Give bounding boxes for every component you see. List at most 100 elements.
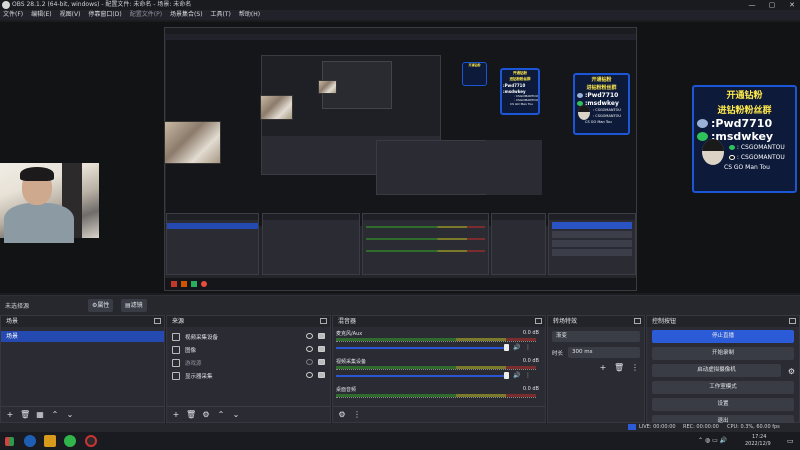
file-explorer-icon[interactable] — [44, 435, 56, 447]
controls-header: 控制按钮 — [647, 316, 799, 327]
volume-slider[interactable] — [336, 347, 506, 349]
channel-menu-icon[interactable]: ⋮ — [525, 372, 531, 379]
nested-preview — [166, 40, 636, 226]
edge-browser-icon[interactable] — [24, 435, 36, 447]
source-item-video-capture[interactable]: 视频采集设备 — [167, 330, 330, 343]
promo-card[interactable]: 开通钻粉 进钻粉粉丝群 :Pwd7710 :msdwkey : CSGOMANT… — [692, 85, 797, 193]
move-up-icon[interactable]: ⌃ — [50, 410, 60, 420]
webcam-feed[interactable] — [0, 163, 99, 243]
scenes-dock: 场景 场景 + 🗑 ▦ ⌃ ⌄ — [0, 315, 165, 423]
remove-transition-icon[interactable]: 🗑 — [614, 363, 624, 373]
stop-streaming-button[interactable]: 停止直播 — [652, 330, 794, 343]
notifications-icon[interactable]: ▭ — [787, 437, 794, 445]
volume-slider-handle[interactable] — [504, 344, 509, 351]
mixer-channel-video-capture: 视频采集设备 0.0 dB 🔊 ⋮ — [336, 358, 539, 379]
move-down-icon[interactable]: ⌄ — [231, 410, 241, 420]
scenes-footer: + 🗑 ▦ ⌃ ⌄ — [1, 406, 164, 422]
settings-button[interactable]: 设置 — [652, 398, 794, 411]
nested-webcam-medium — [260, 95, 293, 120]
source-item-display[interactable]: 显示器采集 — [167, 369, 330, 382]
lock-icon[interactable] — [318, 359, 325, 365]
nested-app-icon — [201, 281, 207, 287]
menu-tools[interactable]: 工具(T) — [211, 10, 231, 20]
start-recording-button[interactable]: 开始录制 — [652, 347, 794, 360]
add-source-icon[interactable]: + — [171, 410, 181, 420]
transitions-dock: 转场特效 渐变 时长 300 ms + 🗑 ⋮ — [547, 315, 645, 423]
menu-edit[interactable]: 编辑(E) — [31, 10, 51, 20]
wechat-icon[interactable] — [64, 435, 76, 447]
no-source-label: 未选择源 — [5, 303, 30, 310]
source-item-game[interactable]: 游戏源 — [167, 356, 330, 369]
menu-scene-collection[interactable]: 场景集合(S) — [170, 10, 203, 20]
undock-icon[interactable] — [535, 318, 542, 324]
menu-profile[interactable]: 配置文件(P) — [130, 10, 162, 20]
gamepad-icon — [172, 358, 180, 367]
visibility-eye-icon[interactable] — [306, 333, 313, 339]
scene-item[interactable]: 场景 — [1, 331, 164, 342]
transitions-header: 转场特效 — [548, 316, 644, 327]
duration-input[interactable]: 300 ms — [568, 347, 640, 358]
visibility-eye-icon[interactable] — [306, 346, 313, 352]
source-settings-icon[interactable]: ⚙ — [201, 410, 211, 420]
minimize-button[interactable]: — — [746, 0, 758, 10]
menu-docks[interactable]: 停靠窗口(D) — [88, 10, 121, 20]
add-transition-icon[interactable]: + — [598, 363, 608, 373]
transition-type-select[interactable]: 渐变 — [552, 331, 640, 342]
promo-wechat-id: :Pwd7710 — [711, 117, 773, 130]
nested-webcam-small — [318, 80, 337, 94]
undock-icon[interactable] — [634, 318, 641, 324]
channel-menu-icon[interactable]: ⋮ — [525, 344, 531, 351]
webcam-person-hair — [20, 167, 54, 181]
lock-icon[interactable] — [318, 346, 325, 352]
studio-mode-button[interactable]: 工作室模式 — [652, 381, 794, 394]
webcam-person-body — [4, 203, 74, 243]
move-down-icon[interactable]: ⌄ — [65, 410, 75, 420]
mixer-menu-icon[interactable]: ⋮ — [352, 410, 362, 420]
visibility-eye-icon[interactable] — [306, 372, 313, 378]
menu-view[interactable]: 视图(V) — [60, 10, 81, 20]
undock-icon[interactable] — [789, 318, 796, 324]
menu-help[interactable]: 帮助(H) — [239, 10, 260, 20]
visibility-eye-off-icon[interactable] — [306, 359, 313, 365]
speaker-icon[interactable]: 🔊 — [513, 372, 521, 379]
properties-button[interactable]: ⚙属性 — [88, 299, 114, 312]
transition-menu-icon[interactable]: ⋮ — [630, 363, 640, 373]
speaker-icon[interactable]: 🔊 — [513, 344, 521, 351]
undock-icon[interactable] — [320, 318, 327, 324]
virtual-camera-settings-icon[interactable]: ⚙ — [788, 367, 795, 376]
status-bar: LIVE: 00:00:00 REC: 00:00:00 CPU: 0.3%, … — [0, 423, 800, 432]
remove-source-icon[interactable]: 🗑 — [186, 410, 196, 420]
lock-icon[interactable] — [318, 372, 325, 378]
nested-controls-dock — [548, 213, 636, 275]
lock-icon[interactable] — [318, 333, 325, 339]
nested-webcam-large — [164, 121, 221, 164]
volume-slider[interactable] — [336, 375, 506, 377]
undock-icon[interactable] — [154, 318, 161, 324]
remove-scene-icon[interactable]: 🗑 — [20, 410, 30, 420]
mixer-header: 混音器 — [333, 316, 545, 327]
windows-start-icon[interactable] — [5, 437, 14, 446]
start-virtual-camera-button[interactable]: 启动虚拟摄像机 — [652, 364, 781, 377]
menu-file[interactable]: 文件(F) — [3, 10, 23, 20]
promo-signature: CS GO Man Tou — [510, 102, 533, 106]
sources-footer: + 🗑 ⚙ ⌃ ⌄ — [167, 406, 330, 422]
advanced-audio-icon[interactable]: ⚙ — [337, 410, 347, 420]
window-title: OBS 28.1.2 (64-bit, windows) - 配置文件: 未命名… — [12, 1, 192, 8]
promo-card-reflection: 开通钻粉 进钻粉粉丝群 :Pwd7710 :msdwkey : CSGOMANT… — [573, 73, 630, 135]
tray-icons[interactable]: ⌃ ◍ ▭ 🔊 — [698, 437, 727, 444]
nested-control-button — [552, 249, 632, 256]
maximize-button[interactable]: ▢ — [766, 0, 778, 10]
move-up-icon[interactable]: ⌃ — [216, 410, 226, 420]
close-button[interactable]: ✕ — [786, 0, 798, 10]
meter-ticks — [336, 341, 536, 343]
image-icon — [172, 345, 180, 354]
source-item-image[interactable]: 图像 — [167, 343, 330, 356]
obs-taskbar-icon[interactable] — [85, 435, 97, 447]
camera-icon — [172, 332, 180, 341]
nested-controls-header — [549, 214, 635, 220]
nested-sources-header — [263, 214, 359, 220]
add-scene-icon[interactable]: + — [5, 410, 15, 420]
scene-filters-icon[interactable]: ▦ — [35, 410, 45, 420]
volume-slider-handle[interactable] — [504, 372, 509, 379]
filters-button[interactable]: ▤滤镜 — [121, 299, 147, 312]
